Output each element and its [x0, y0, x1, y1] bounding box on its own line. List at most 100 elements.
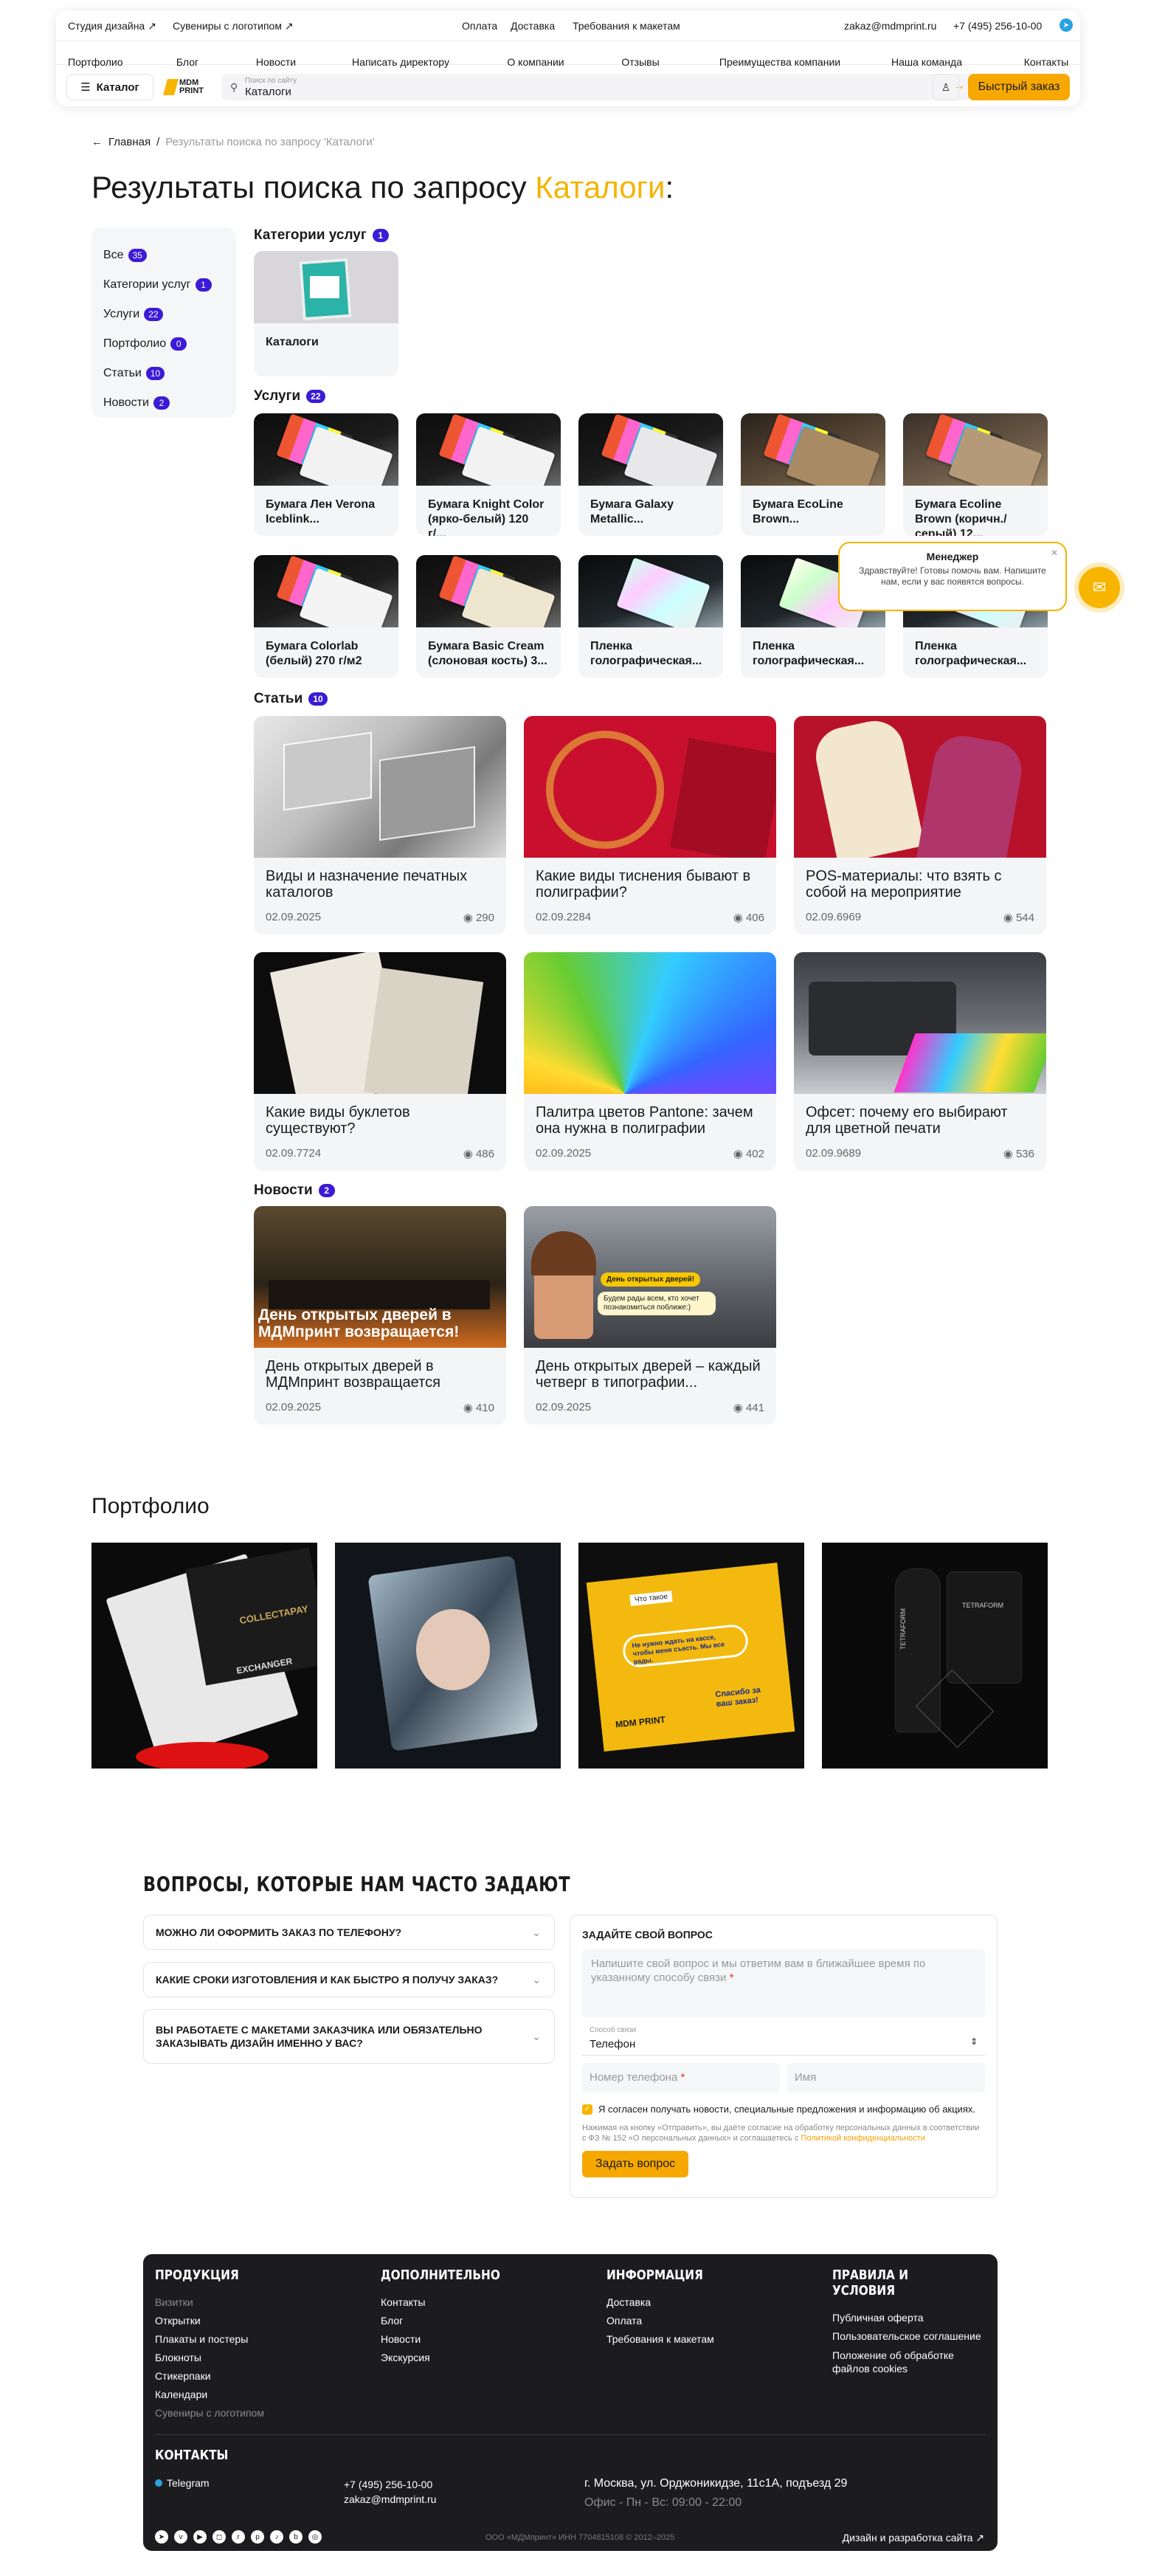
footer-link[interactable]: Сувениры с логотипом [155, 2404, 264, 2422]
filter-articles[interactable]: Статьи 10 [103, 359, 224, 388]
question-textarea[interactable]: Напишите свой вопрос и мы ответим вам в … [582, 1949, 985, 2017]
nav-team[interactable]: Наша команда [891, 56, 962, 68]
article-card[interactable]: Какие виды буклетов существуют? 02.09.77… [254, 952, 506, 1171]
service-card[interactable]: Бумага Ecoline Brown (коричн./серый) 12.… [903, 413, 1048, 536]
article-card[interactable]: Палитра цветов Pantone: зачем она нужна … [524, 952, 776, 1171]
link-design-studio[interactable]: Студия дизайна ↗ [68, 20, 156, 32]
contact-method-select[interactable]: Способ связи Телефон ⇕ [582, 2025, 985, 2056]
article-image [524, 952, 776, 1094]
dribbble-icon[interactable]: ◎ [308, 2530, 322, 2544]
footer-link[interactable]: Экскурсия [381, 2349, 521, 2367]
news-bubble: Будем рады всем, кто хочет познакомиться… [598, 1292, 716, 1315]
footer-link[interactable]: Оплата [606, 2312, 720, 2330]
link-requirements[interactable]: Требования к макетам [573, 20, 680, 32]
footer-link[interactable]: Календари [155, 2386, 264, 2404]
breadcrumb-home[interactable]: Главная [108, 136, 151, 148]
filter-news[interactable]: Новости 2 [103, 388, 224, 418]
nav-contacts[interactable]: Контакты [1024, 56, 1068, 68]
article-card[interactable]: Какие виды тиснения бывают в полиграфии?… [524, 716, 776, 934]
logo[interactable]: MDM PRINT [163, 75, 208, 99]
footer-link[interactable]: Публичная оферта [832, 2309, 987, 2327]
card-meta: 02.09.2025 ◉ 290 [266, 911, 494, 924]
arrow-left-icon[interactable]: ← [91, 136, 103, 148]
close-icon[interactable]: ✕ [1051, 548, 1058, 558]
service-card[interactable]: Пленка голографическая... [578, 555, 723, 678]
link-payment[interactable]: Оплата [462, 20, 497, 32]
footer-link[interactable]: Контакты [381, 2293, 521, 2312]
footer-phone[interactable]: +7 (495) 256-10-00 [344, 2477, 436, 2492]
nav-portfolio[interactable]: Портфолио [68, 56, 123, 68]
category-card[interactable]: Каталоги [254, 251, 398, 376]
search-input[interactable]: ⚲ Поиск по сайту Каталоги → [221, 74, 974, 100]
footer-link[interactable]: Новости [381, 2330, 521, 2349]
footer-link[interactable]: Блокноты [155, 2349, 264, 2367]
submit-question-button[interactable]: Задать вопрос [582, 2151, 688, 2177]
service-card[interactable]: Бумага Galaxy Metallic... [578, 413, 723, 536]
service-card[interactable]: Бумага Лен Verona Iceblink... [254, 413, 398, 536]
nav-about[interactable]: О компании [507, 56, 564, 68]
footer-telegram-link[interactable]: Telegram [155, 2477, 210, 2489]
catalog-button[interactable]: ☰ Каталог [66, 74, 153, 100]
news-card[interactable]: День открытых дверей в МДМпринт возвраща… [254, 1206, 506, 1425]
footer-link[interactable]: Положение об обработке файлов cookies [832, 2349, 987, 2375]
footer-link[interactable]: Открытки [155, 2312, 264, 2330]
nav-reviews[interactable]: Отзывы [621, 56, 659, 68]
footer-link[interactable]: Пользовательское соглашение [832, 2327, 987, 2346]
telegram-icon[interactable]: ➤ [1060, 18, 1073, 32]
name-input[interactable]: Имя [787, 2063, 985, 2093]
footer-heading: ИНФОРМАЦИЯ [606, 2267, 703, 2283]
chat-icon[interactable]: ✉ [1079, 567, 1120, 608]
telegram-icon[interactable]: ➤ [155, 2530, 168, 2544]
instagram-icon[interactable]: ◻ [212, 2530, 226, 2544]
pinterest-icon[interactable]: p [251, 2530, 264, 2544]
header-email[interactable]: zakaz@mdmprint.ru [844, 20, 936, 32]
faq-item[interactable]: Можно ли оформить заказ по телефону? ⌄ [143, 1915, 555, 1950]
privacy-policy-link[interactable]: Политикой конфиденциальности [801, 2134, 925, 2143]
filter-services[interactable]: Услуги 22 [103, 300, 224, 329]
nav-blog[interactable]: Блог [176, 56, 198, 68]
filter-categories[interactable]: Категории услуг 1 [103, 270, 224, 300]
footer-link[interactable]: Требования к макетам [606, 2330, 720, 2349]
faq-item[interactable]: Вы работаете с макетами заказчика или об… [143, 2009, 555, 2064]
service-card[interactable]: Бумага EcoLine Brown... [741, 413, 885, 536]
article-card[interactable]: Виды и назначение печатных каталогов 02.… [254, 716, 506, 934]
footer-link[interactable]: Плакаты и постеры [155, 2330, 264, 2349]
footer-link[interactable]: Доставка [606, 2293, 720, 2312]
portfolio-item[interactable] [335, 1543, 561, 1769]
news-card[interactable]: День открытых дверей! Будем рады всем, к… [524, 1206, 776, 1425]
developer-link[interactable]: Дизайн и разработка сайта ↗ [843, 2532, 984, 2544]
vk-icon[interactable]: v [174, 2530, 187, 2544]
checkmark-icon[interactable]: ✓ [582, 2104, 592, 2115]
footer-email[interactable]: zakaz@mdmprint.ru [344, 2492, 436, 2507]
footer-link[interactable]: Стикерпаки [155, 2367, 264, 2386]
nav-director[interactable]: Написать директору [352, 56, 449, 68]
link-delivery[interactable]: Доставка [511, 20, 555, 32]
service-card[interactable]: Бумага Basic Cream (слоновая кость) 3... [416, 555, 561, 678]
nav-advantages[interactable]: Преимущества компании [719, 56, 840, 68]
footer-link[interactable]: Блог [381, 2312, 521, 2330]
filter-all[interactable]: Все 35 [103, 241, 224, 270]
youtube-icon[interactable]: ▶ [193, 2530, 207, 2544]
nav-news[interactable]: Новости [256, 56, 296, 68]
rutube-icon[interactable]: r [232, 2530, 245, 2544]
behance-icon[interactable]: b [289, 2530, 303, 2544]
service-card[interactable]: Бумага Knight Color (ярко-белый) 120 г/.… [416, 413, 561, 536]
footer-link[interactable]: Визитки [155, 2293, 264, 2312]
consent-checkbox[interactable]: ✓ Я согласен получать новости, специальн… [582, 2103, 985, 2115]
article-card[interactable]: POS-материалы: что взять с собой на меро… [794, 716, 1046, 934]
article-card[interactable]: Офсет: почему его выбирают для цветной п… [794, 952, 1046, 1171]
filter-portfolio[interactable]: Портфолио 0 [103, 329, 224, 359]
service-card[interactable]: Бумага Colorlab (белый) 270 г/м2 [254, 555, 398, 678]
portfolio-item[interactable]: TETRAFORM TETRAFORM [822, 1543, 1048, 1769]
portfolio-item[interactable]: Что такое Не нужно ждать на кассе, чтобы… [578, 1543, 804, 1769]
eye-icon: ◉ [733, 1148, 746, 1160]
tiktok-icon[interactable]: ♪ [270, 2530, 283, 2544]
link-souvenirs[interactable]: Сувениры с логотипом ↗ [173, 20, 294, 32]
header-phone[interactable]: +7 (495) 256-10-00 [953, 20, 1042, 32]
quick-order-button[interactable]: Быстрый заказ [968, 74, 1070, 100]
user-icon[interactable]: ♙ [933, 74, 959, 100]
faq-item[interactable]: Какие сроки изготовления и как быстро я … [143, 1962, 555, 1997]
phone-input[interactable]: Номер телефона * [582, 2063, 780, 2093]
portfolio-item[interactable]: COLLECTAPAY EXCHANGER [91, 1543, 317, 1769]
manager-popup[interactable]: ✕ Менеджер Здравствуйте! Готовы помочь в… [838, 542, 1067, 611]
